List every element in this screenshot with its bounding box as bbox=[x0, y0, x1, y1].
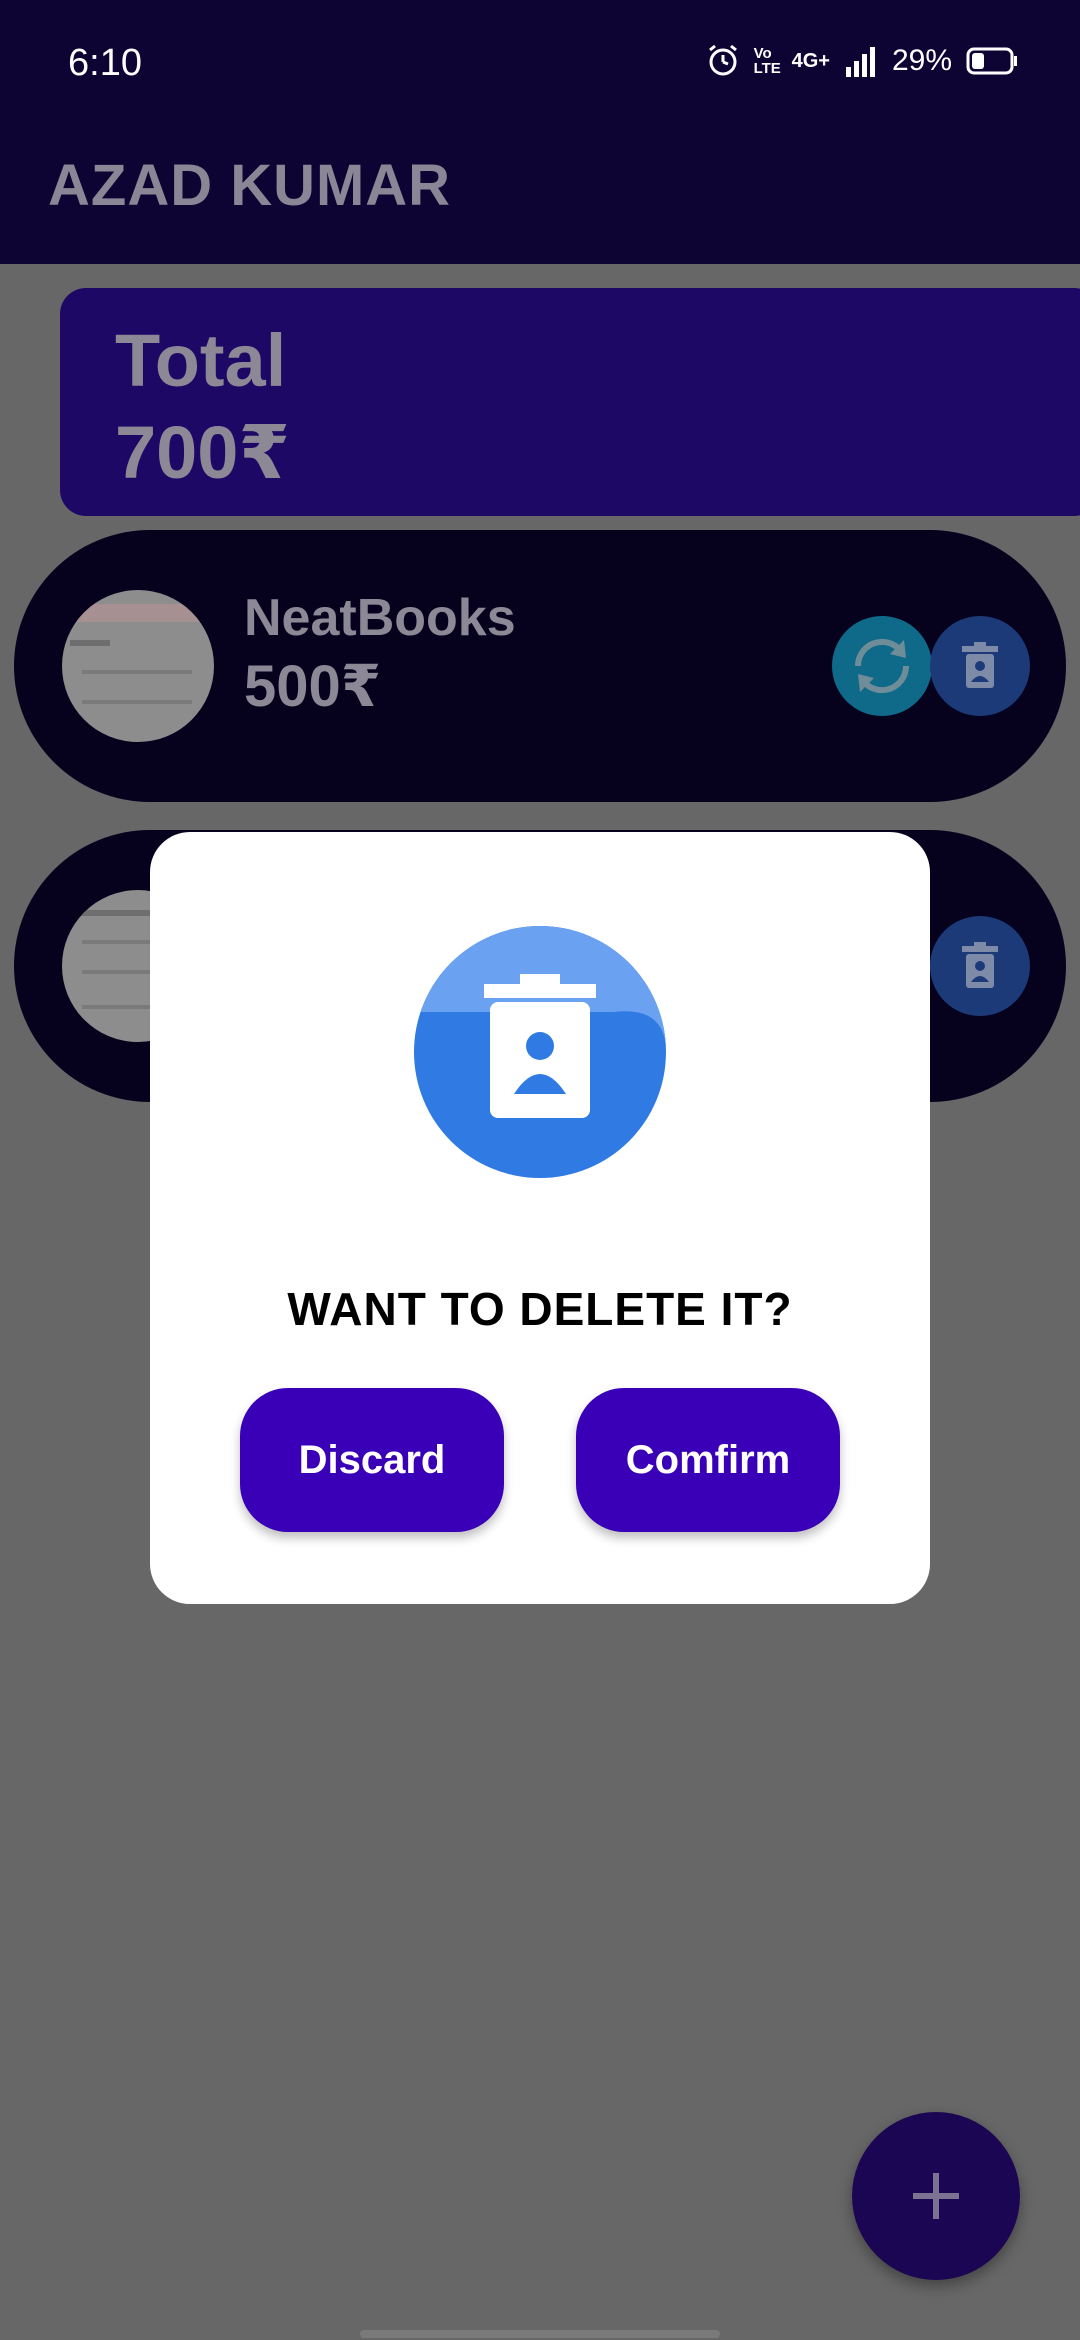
battery-icon bbox=[966, 47, 1017, 75]
delete-button[interactable] bbox=[930, 616, 1030, 716]
app-bar: AZAD KUMAR bbox=[0, 130, 1080, 264]
alarm-icon bbox=[708, 44, 737, 76]
battery-percent: 29% bbox=[891, 44, 952, 77]
status-bar: 6:10 Vo LTE 4G+ 29% bbox=[0, 0, 1080, 130]
discard-button[interactable]: Discard bbox=[240, 1388, 504, 1532]
item-amount: 500₹ bbox=[244, 654, 382, 719]
add-button[interactable] bbox=[852, 2112, 1020, 2280]
status-time: 6:10 bbox=[68, 42, 142, 84]
plus-icon bbox=[913, 2173, 959, 2219]
total-label: Total bbox=[115, 319, 287, 402]
confirm-button[interactable]: Comfirm bbox=[576, 1388, 840, 1532]
total-value: 700₹ bbox=[115, 411, 290, 494]
delete-contact-icon bbox=[962, 942, 998, 988]
delete-button[interactable] bbox=[930, 916, 1030, 1016]
status-icons: Vo LTE 4G+ 29% bbox=[706, 44, 1018, 78]
refresh-button[interactable] bbox=[832, 616, 932, 716]
network-type: 4G+ bbox=[791, 49, 830, 72]
navigation-handle[interactable] bbox=[360, 2330, 720, 2338]
delete-contact-icon bbox=[414, 926, 666, 1178]
refresh-icon bbox=[854, 638, 910, 694]
delete-contact-icon bbox=[962, 642, 998, 688]
delete-dialog: WANT TO DELETE IT? Discard Comfirm bbox=[150, 832, 930, 1604]
item-thumbnail bbox=[62, 590, 214, 742]
app-title: AZAD KUMAR bbox=[48, 153, 452, 218]
item-name: NeatBooks bbox=[244, 589, 516, 647]
list-item[interactable]: NeatBooks 500₹ bbox=[14, 530, 1066, 802]
dialog-title: WANT TO DELETE IT? bbox=[287, 1283, 793, 1335]
total-card: Total 700₹ bbox=[60, 288, 1080, 516]
volte-icon: Vo LTE bbox=[753, 45, 781, 77]
signal-icon bbox=[845, 47, 875, 77]
